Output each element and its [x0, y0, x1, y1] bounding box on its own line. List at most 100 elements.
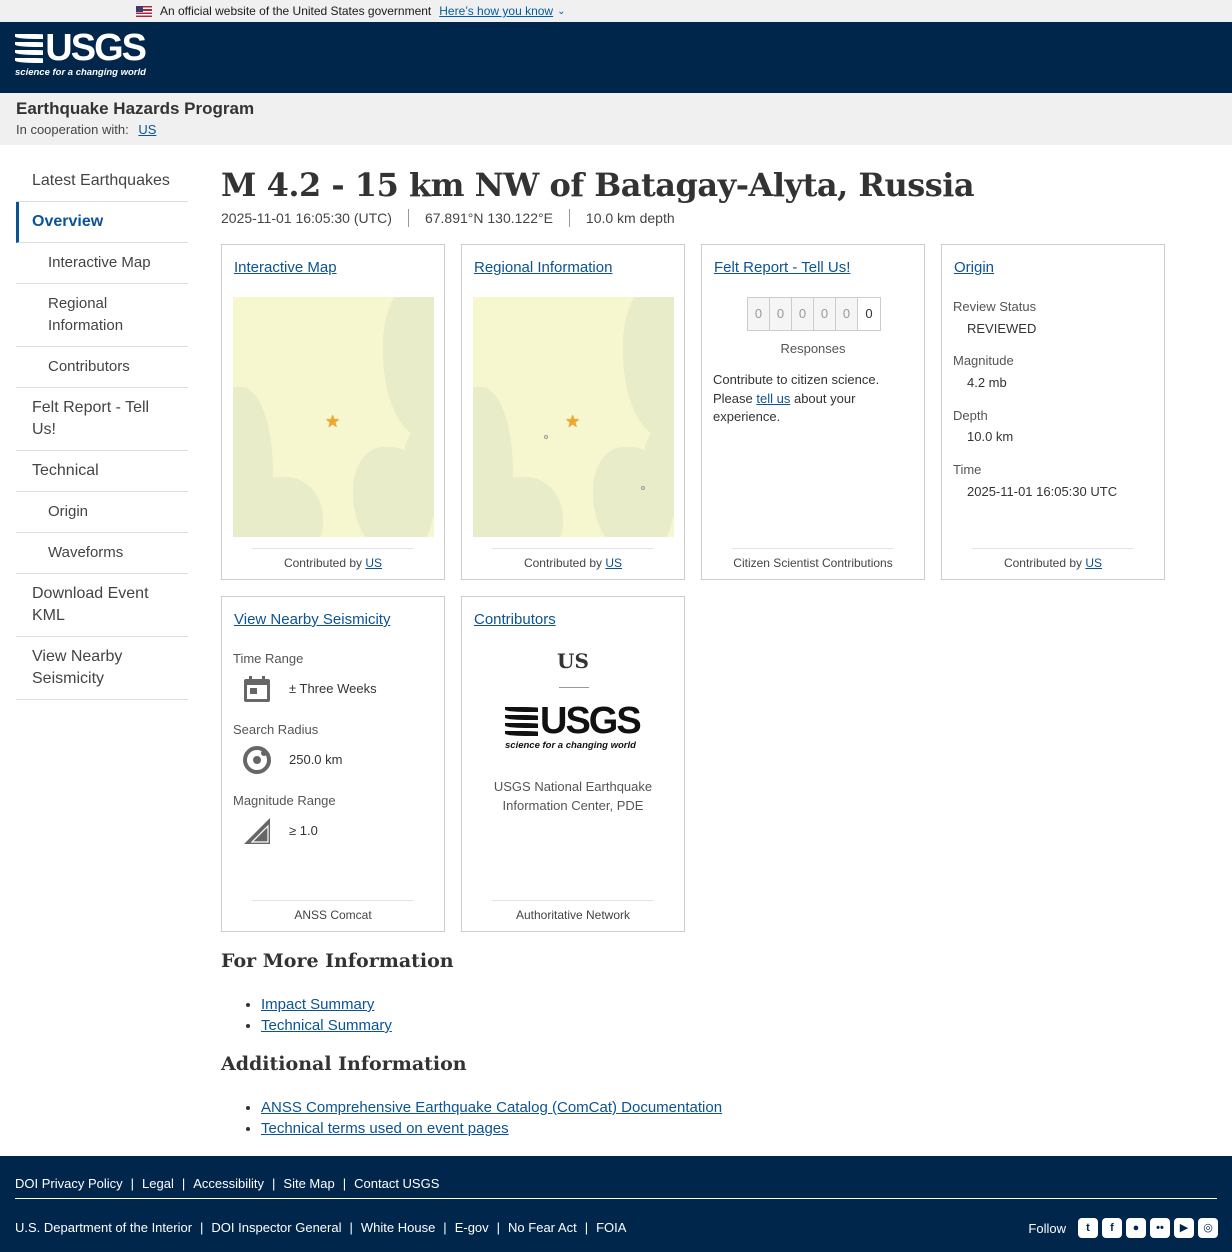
usgs-logo-tagline: science for a changing world [15, 67, 146, 78]
event-time: 2025-11-01 16:05:30 (UTC) [221, 210, 392, 226]
origin-contributor-link[interactable]: US [1085, 556, 1102, 570]
sidebar-item-waveforms[interactable]: Waveforms [16, 533, 188, 574]
gov-banner: An official website of the United States… [0, 0, 1232, 22]
list-item: Technical Summary [261, 1015, 392, 1036]
additional-info-heading: Additional Information [221, 1053, 467, 1075]
sidebar-item-nearby-seismicity[interactable]: View Nearby Seismicity [16, 637, 188, 700]
more-info-heading: For More Information [221, 950, 454, 972]
impact-summary-link[interactable]: Impact Summary [261, 996, 374, 1013]
program-bar: Earthquake Hazards Program In cooperatio… [0, 93, 1232, 145]
interactive-map-card[interactable]: Interactive Map ★ Contributed by US [221, 244, 445, 580]
magnitude-range-label: Magnitude Range [233, 793, 336, 808]
flickr-icon[interactable]: •• [1150, 1218, 1170, 1238]
contributors-card[interactable]: Contributors US USGS science for a chang… [461, 596, 685, 932]
youtube-icon[interactable]: ▶ [1174, 1218, 1194, 1238]
felt-report-card[interactable]: Felt Report - Tell Us! 0 0 0 0 0 0 Respo… [701, 244, 925, 580]
felt-report-text: Contribute to citizen science. Please te… [713, 372, 880, 424]
nearby-card-footer: ANSS Comcat [222, 900, 444, 922]
sidebar-item-latest-earthquakes[interactable]: Latest Earthquakes [16, 161, 188, 202]
footer-link-inspector-general[interactable]: DOI Inspector General [211, 1220, 341, 1235]
usgs-logo[interactable]: USGS science for a changing world [15, 29, 147, 78]
sidebar-item-contributors[interactable]: Contributors [16, 347, 188, 388]
contributor-logo-tagline: science for a changing world [505, 740, 636, 751]
sidebar-item-regional-information[interactable]: Regional Information [16, 284, 188, 347]
sidebar-item-origin[interactable]: Origin [16, 492, 188, 533]
footer-link-legal[interactable]: Legal [142, 1176, 174, 1191]
chevron-down-icon[interactable]: ⌄ [557, 6, 565, 17]
sidebar-item-overview[interactable]: Overview [16, 202, 188, 243]
time-range-label: Time Range [233, 651, 304, 666]
contributor-name: USGS National Earthquake Information Cen… [493, 779, 653, 813]
depth-value: 10.0 km [967, 429, 1014, 444]
main-content: M 4.2 - 15 km NW of Batagay-Alyta, Russi… [221, 165, 1181, 227]
regional-information-card-title[interactable]: Regional Information [474, 259, 612, 276]
calendar-icon [244, 676, 270, 702]
review-status-value: REVIEWED [967, 321, 1037, 336]
social-follow: Follow t f ● •• ▶ ◎ [1028, 1218, 1218, 1238]
cooperation-link[interactable]: US [138, 122, 156, 137]
footer-link-privacy[interactable]: DOI Privacy Policy [15, 1176, 123, 1191]
interactive-map-card-footer: Contributed by US [222, 548, 444, 570]
sidebar-item-felt-report[interactable]: Felt Report - Tell Us! [16, 388, 188, 451]
magnitude-value: 4.2 mb [967, 375, 1007, 390]
instagram-icon[interactable]: ◎ [1198, 1218, 1218, 1238]
how-you-know-link[interactable]: Here’s how you know [439, 4, 553, 18]
usgs-waves-icon [505, 705, 538, 737]
comcat-documentation-link[interactable]: ANSS Comprehensive Earthquake Catalog (C… [261, 1099, 722, 1116]
regional-contributor-link[interactable]: US [605, 556, 622, 570]
github-icon[interactable]: ● [1126, 1218, 1146, 1238]
sidebar-item-interactive-map[interactable]: Interactive Map [16, 243, 188, 284]
sidebar-item-download-kml[interactable]: Download Event KML [16, 574, 188, 637]
program-title[interactable]: Earthquake Hazards Program [16, 99, 1216, 119]
radius-target-icon [243, 746, 271, 774]
interactive-map-contributor-link[interactable]: US [365, 556, 382, 570]
cooperation-line: In cooperation with: US [16, 122, 1216, 137]
felt-card-footer: Citizen Scientist Contributions [702, 548, 924, 570]
origin-card[interactable]: Origin Review Status REVIEWED Magnitude … [941, 244, 1165, 580]
regional-card-footer: Contributed by US [462, 548, 684, 570]
contributor-code: US [557, 649, 589, 673]
footer-link-accessibility[interactable]: Accessibility [193, 1176, 264, 1191]
footer-link-egov[interactable]: E-gov [455, 1220, 489, 1235]
contributors-card-title[interactable]: Contributors [474, 611, 556, 628]
additional-info-list: ANSS Comprehensive Earthquake Catalog (C… [261, 1097, 722, 1139]
search-radius-value: 250.0 km [289, 752, 343, 767]
facebook-icon[interactable]: f [1102, 1218, 1122, 1238]
responses-label: Responses [780, 341, 846, 356]
contributors-card-footer: Authoritative Network [462, 900, 684, 922]
review-status-label: Review Status [953, 299, 1037, 314]
list-item: Impact Summary [261, 994, 392, 1015]
contributor-logo-text: USGS [540, 700, 642, 742]
technical-summary-link[interactable]: Technical Summary [261, 1017, 392, 1034]
footer-link-contact[interactable]: Contact USGS [354, 1176, 439, 1191]
interactive-map-card-title[interactable]: Interactive Map [234, 259, 337, 276]
magnitude-label: Magnitude [953, 353, 1014, 368]
interactive-map-thumbnail[interactable]: ★ [233, 297, 434, 537]
time-range-value: ± Three Weeks [289, 681, 377, 696]
footer-link-foia[interactable]: FOIA [596, 1220, 626, 1235]
tell-us-link[interactable]: tell us [756, 391, 790, 406]
search-radius-label: Search Radius [233, 722, 319, 737]
technical-terms-link[interactable]: Technical terms used on event pages [261, 1120, 509, 1137]
responses-counter: 0 0 0 0 0 0 [747, 297, 881, 331]
twitter-icon[interactable]: t [1078, 1218, 1098, 1238]
time-value: 2025-11-01 16:05:30 UTC [967, 484, 1118, 499]
footer-link-site-map[interactable]: Site Map [283, 1176, 334, 1191]
footer-link-no-fear[interactable]: No Fear Act [508, 1220, 577, 1235]
sidebar-item-technical[interactable]: Technical [16, 451, 188, 492]
footer-link-doi[interactable]: U.S. Department of the Interior [15, 1220, 192, 1235]
nearby-seismicity-card[interactable]: View Nearby Seismicity Time Range ± Thre… [221, 596, 445, 932]
place-marker-icon [641, 486, 645, 490]
felt-report-card-title[interactable]: Felt Report - Tell Us! [714, 259, 850, 276]
page-title: M 4.2 - 15 km NW of Batagay-Alyta, Russi… [221, 166, 975, 204]
origin-card-title[interactable]: Origin [954, 259, 994, 276]
place-marker-icon [544, 435, 548, 439]
footer-link-white-house[interactable]: White House [361, 1220, 435, 1235]
site-header: USGS science for a changing world [0, 22, 1232, 93]
depth-label: Depth [953, 408, 988, 423]
gov-banner-text: An official website of the United States… [160, 4, 432, 18]
regional-information-card[interactable]: Regional Information ★ Contributed by US [461, 244, 685, 580]
regional-map-thumbnail[interactable]: ★ [473, 297, 674, 537]
event-depth: 10.0 km depth [568, 209, 691, 227]
nearby-seismicity-card-title[interactable]: View Nearby Seismicity [234, 611, 390, 628]
